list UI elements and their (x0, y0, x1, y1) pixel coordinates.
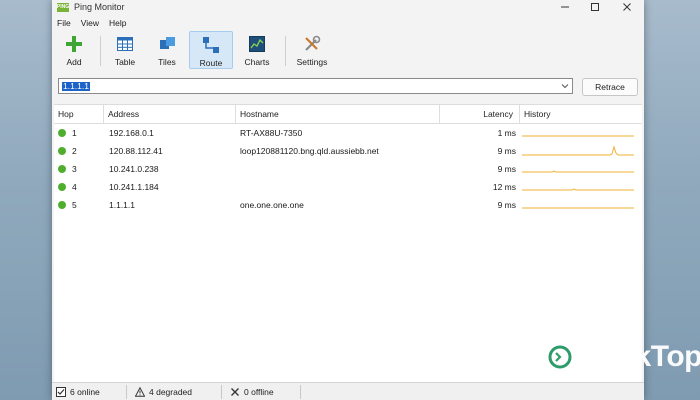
history-sparkline (522, 170, 634, 173)
hop-address: 1.1.1.1 (109, 200, 135, 210)
history-sparkline (522, 207, 634, 209)
status-online-icon (58, 129, 66, 137)
checkbox-icon (56, 387, 66, 397)
table-header: Hop Address Hostname Latency History (54, 105, 642, 124)
title-bar: PING Ping Monitor (52, 0, 644, 14)
hop-latency: 12 ms (492, 182, 516, 192)
table-icon (115, 34, 135, 54)
status-degraded-text: 4 degraded (149, 387, 193, 397)
close-icon (623, 3, 631, 11)
chevron-down-icon[interactable] (560, 81, 570, 91)
hop-address: 10.241.0.238 (109, 164, 159, 174)
hop-number: 3 (72, 164, 77, 174)
hop-hostname: one.one.one.one (240, 200, 304, 210)
status-offline-text: 0 offline (244, 387, 274, 397)
column-header-hostname[interactable]: Hostname (236, 105, 440, 123)
address-input[interactable]: 1.1.1.1 (58, 78, 573, 94)
history-sparkline (522, 145, 634, 156)
status-online-icon (58, 183, 66, 191)
hop-latency: 1 ms (497, 128, 516, 138)
retrace-button[interactable]: Retrace (582, 78, 638, 96)
hop-latency: 9 ms (497, 200, 516, 210)
tiles-view-button[interactable]: Tiles (145, 31, 189, 69)
settings-label: Settings (296, 57, 328, 67)
tools-icon (302, 34, 322, 54)
table-row[interactable]: 1 192.168.0.1 RT-AX88U-7350 1 ms (54, 124, 642, 142)
window-title: Ping Monitor (74, 2, 125, 12)
table-view-button[interactable]: Table (105, 31, 145, 69)
column-header-history[interactable]: History (520, 105, 642, 123)
column-header-address[interactable]: Address (104, 105, 236, 123)
menu-view[interactable]: View (76, 18, 104, 28)
hop-number: 2 (72, 146, 77, 156)
status-degraded: 4 degraded (127, 383, 221, 400)
column-header-latency[interactable]: Latency (440, 105, 520, 123)
watermark-logo-icon (545, 342, 575, 372)
chart-icon (247, 34, 267, 54)
charts-view-button[interactable]: Charts (233, 31, 281, 69)
toolbar-separator (100, 36, 101, 66)
settings-button[interactable]: Settings (290, 31, 334, 69)
hop-number: 5 (72, 200, 77, 210)
route-view-label: Route (199, 58, 223, 68)
history-sparkline (522, 188, 634, 191)
status-bar: 6 online 4 degraded 0 offline (52, 382, 644, 400)
warning-icon (135, 387, 145, 397)
status-online-text: 6 online (70, 387, 100, 397)
app-logo-icon: PING (56, 2, 70, 12)
status-offline: 0 offline (222, 383, 300, 400)
menu-help[interactable]: Help (104, 18, 131, 28)
close-button[interactable] (612, 0, 642, 14)
status-online-icon (58, 147, 66, 155)
add-button-label: Add (66, 57, 82, 67)
history-sparkline (522, 135, 634, 137)
charts-view-label: Charts (244, 57, 270, 67)
hop-number: 1 (72, 128, 77, 138)
watermark-text: DeskTop (581, 340, 700, 373)
hop-hostname: loop120881120.bng.qld.aussiebb.net (240, 146, 379, 156)
status-online: 6 online (52, 383, 126, 400)
menu-file[interactable]: File (52, 18, 76, 28)
address-row: 1.1.1.1 Retrace (58, 78, 638, 96)
hop-address: 10.241.1.184 (109, 182, 159, 192)
maximize-button[interactable] (580, 0, 610, 14)
tiles-view-label: Tiles (158, 57, 176, 67)
plus-icon (64, 34, 84, 54)
toolbar-separator (285, 36, 286, 66)
route-view-button[interactable]: Route (189, 31, 233, 69)
status-online-icon (58, 165, 66, 173)
column-header-hop[interactable]: Hop (54, 105, 104, 123)
menu-bar: File View Help (52, 16, 131, 30)
toolbar: Add Table Tiles Route Charts Settings (52, 31, 644, 71)
minimize-button[interactable] (550, 0, 580, 14)
retrace-button-label: Retrace (595, 82, 625, 92)
x-icon (230, 387, 240, 397)
hop-latency: 9 ms (497, 146, 516, 156)
hop-hostname: RT-AX88U-7350 (240, 128, 303, 138)
address-input-value: 1.1.1.1 (62, 81, 90, 91)
add-button[interactable]: Add (52, 31, 96, 69)
minimize-icon (561, 6, 569, 8)
status-divider (300, 385, 301, 399)
watermark: DeskTop (543, 340, 700, 374)
maximize-icon (591, 3, 599, 11)
status-online-icon (58, 201, 66, 209)
tiles-icon (157, 34, 177, 54)
route-icon (201, 35, 221, 55)
hop-number: 4 (72, 182, 77, 192)
table-row[interactable]: 5 1.1.1.1 one.one.one.one 9 ms (54, 196, 642, 214)
hop-address: 120.88.112.41 (109, 146, 163, 156)
table-row[interactable]: 3 10.241.0.238 9 ms (54, 160, 642, 178)
hop-latency: 9 ms (497, 164, 516, 174)
table-row[interactable]: 2 120.88.112.41 loop120881120.bng.qld.au… (54, 142, 642, 160)
hop-address: 192.168.0.1 (109, 128, 154, 138)
table-row[interactable]: 4 10.241.1.184 12 ms (54, 178, 642, 196)
table-view-label: Table (114, 57, 136, 67)
